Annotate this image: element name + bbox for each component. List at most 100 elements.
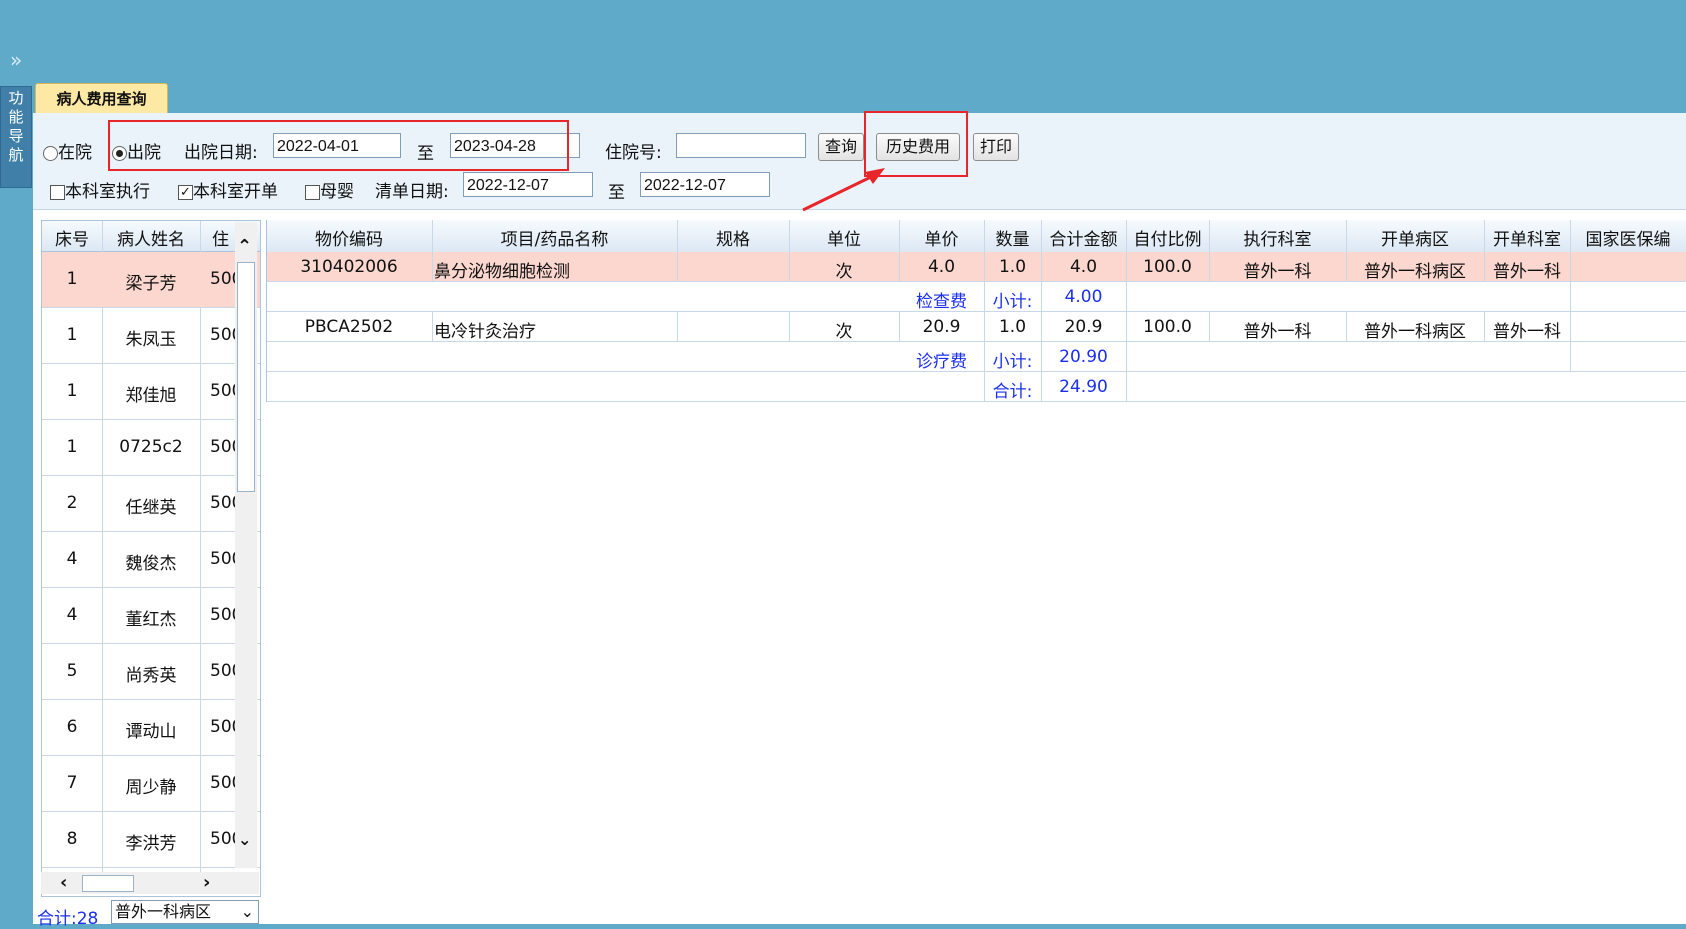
ward-select-value: 普外一科病区	[115, 904, 212, 921]
col-header-amount[interactable]: 合计金额	[1041, 225, 1126, 250]
chevron-down-icon[interactable]: ⌄	[241, 901, 254, 925]
to-label: 至	[608, 183, 625, 203]
patient-bed: 7	[66, 773, 78, 793]
patient-bed: 5	[66, 661, 78, 681]
fee-ratio: 100.0	[1143, 317, 1192, 337]
double-chevron-right-icon[interactable]: »	[10, 48, 22, 72]
scroll-down-icon[interactable]: ⌄	[238, 830, 251, 849]
nav-char: 功	[8, 89, 24, 107]
patient-bed: 2	[66, 493, 78, 513]
fee-exec-dept: 普外一科	[1243, 322, 1312, 342]
annotation-arrow	[802, 168, 885, 212]
patient-bed: 1	[66, 325, 78, 345]
fee-unit: 次	[835, 262, 853, 282]
patient-name: 郑佳旭	[125, 386, 177, 406]
fee-amount: 20.9	[1064, 317, 1103, 337]
scroll-up-icon[interactable]: ⌃	[237, 236, 252, 257]
patient-bed: 4	[66, 605, 78, 625]
col-header-price[interactable]: 单价	[899, 225, 984, 250]
chk-dept-order[interactable]: ✓ 本科室开单	[178, 177, 278, 202]
highlight-box-date	[108, 120, 569, 171]
subtotal-value: 4.00	[1064, 287, 1103, 307]
scroll-left-icon[interactable]: ‹	[60, 872, 67, 893]
fee-price: 4.0	[927, 257, 956, 277]
query-button[interactable]: 查询	[818, 133, 864, 161]
admission-no-label: 住院号:	[605, 143, 662, 163]
list-date-to-input[interactable]: 2022-12-07	[640, 172, 770, 197]
subtotal-label: 小计:	[992, 352, 1033, 372]
patient-name: 尚秀英	[125, 666, 177, 686]
function-nav-strip[interactable]: 功 能 导 航	[0, 86, 32, 188]
fee-qty: 1.0	[998, 317, 1027, 337]
col-header-qty[interactable]: 数量	[984, 225, 1041, 250]
fee-unit: 次	[835, 322, 853, 342]
admission-no-input[interactable]	[676, 133, 806, 158]
horizontal-scrollbar[interactable]	[41, 872, 259, 894]
col-header-spec[interactable]: 规格	[677, 225, 789, 250]
patient-name: 魏俊杰	[125, 554, 177, 574]
fee-name: 电冷针灸治疗	[434, 322, 536, 342]
grand-total-label: 合计:	[992, 382, 1033, 402]
col-header-exec-dept[interactable]: 执行科室	[1209, 225, 1346, 250]
col-header-nat-code[interactable]: 国家医保编	[1570, 225, 1686, 250]
fee-name: 鼻分泌物细胞检测	[434, 262, 570, 282]
fee-order-ward: 普外一科病区	[1364, 262, 1466, 282]
patient-bed: 1	[66, 269, 78, 289]
patient-total: 合计:28	[37, 904, 98, 929]
tab-patient-fee-query[interactable]: 病人费用查询	[35, 83, 168, 114]
col-header-bed[interactable]: 床号	[42, 225, 102, 250]
total-count: 28	[76, 909, 99, 929]
subtotal-category: 检查费	[916, 292, 967, 312]
radio-in-label: 在院	[58, 143, 92, 163]
subtotal-category: 诊疗费	[916, 352, 967, 372]
scroll-thumb[interactable]	[237, 262, 255, 492]
chk-dept-order-label: 本科室开单	[193, 182, 278, 202]
patient-list: 床号 病人姓名 住 1 梁子芳 500 1 朱凤玉 500 1 郑佳旭 500 1 0725c2 50…	[41, 220, 261, 897]
fee-exec-dept: 普外一科	[1243, 262, 1312, 282]
checkbox-icon[interactable]	[305, 184, 320, 200]
grand-total-row[interactable]	[266, 372, 1686, 402]
col-header-order-dept[interactable]: 开单科室	[1484, 225, 1570, 250]
list-date-from-input[interactable]: 2022-12-07	[463, 172, 593, 197]
list-date-label: 清单日期:	[375, 182, 449, 202]
patient-bed: 6	[66, 717, 78, 737]
patient-name: 李洪芳	[125, 834, 177, 854]
col-header-order-ward[interactable]: 开单病区	[1346, 225, 1484, 250]
ward-select[interactable]: 普外一科病区 ⌄	[111, 900, 259, 924]
chk-dept-exec-label: 本科室执行	[65, 182, 150, 202]
col-header-name[interactable]: 病人姓名	[102, 225, 200, 250]
fee-order-dept: 普外一科	[1493, 322, 1561, 342]
col-header-code[interactable]: 物价编码	[266, 225, 432, 250]
radio-in-hospital[interactable]: 在院	[43, 138, 92, 163]
patient-bed: 8	[66, 829, 78, 849]
nav-char: 能	[8, 108, 24, 126]
fee-order-dept: 普外一科	[1493, 262, 1561, 282]
subtotal-label: 小计:	[992, 292, 1033, 312]
fee-qty: 1.0	[998, 257, 1027, 277]
patient-name: 谭动山	[125, 722, 177, 742]
patient-name: 梁子芳	[125, 274, 177, 294]
checkbox-icon[interactable]	[50, 184, 65, 200]
patient-name: 0725c2	[119, 437, 183, 457]
patient-name: 任继英	[125, 498, 177, 518]
print-button[interactable]: 打印	[973, 133, 1019, 161]
total-label: 合计:	[37, 909, 77, 929]
patient-name: 朱凤玉	[125, 330, 177, 350]
col-header-unit[interactable]: 单位	[789, 225, 899, 250]
fee-amount: 4.0	[1069, 257, 1098, 277]
chk-dept-exec[interactable]: 本科室执行	[50, 177, 150, 202]
col-header-ratio[interactable]: 自付比例	[1126, 225, 1209, 250]
subtotal-value: 20.90	[1059, 347, 1108, 367]
radio-icon[interactable]	[43, 145, 58, 161]
fee-grid: 物价编码 项目/药品名称 规格 单位 单价 数量 合计金额 自付比例 执行科室 开单病区 开单科室国…	[266, 220, 1686, 403]
patient-bed: 4	[66, 549, 78, 569]
scroll-thumb-h[interactable]	[82, 875, 134, 892]
nav-char: 导	[8, 127, 24, 145]
fee-order-ward: 普外一科病区	[1364, 322, 1466, 342]
checkbox-checked-icon[interactable]: ✓	[178, 184, 193, 200]
chk-mother-baby[interactable]: 母婴	[305, 177, 354, 202]
fee-price: 20.9	[922, 317, 961, 337]
scroll-right-icon[interactable]: ›	[203, 872, 210, 893]
grand-total-value: 24.90	[1059, 377, 1108, 397]
col-header-name[interactable]: 项目/药品名称	[432, 225, 677, 250]
